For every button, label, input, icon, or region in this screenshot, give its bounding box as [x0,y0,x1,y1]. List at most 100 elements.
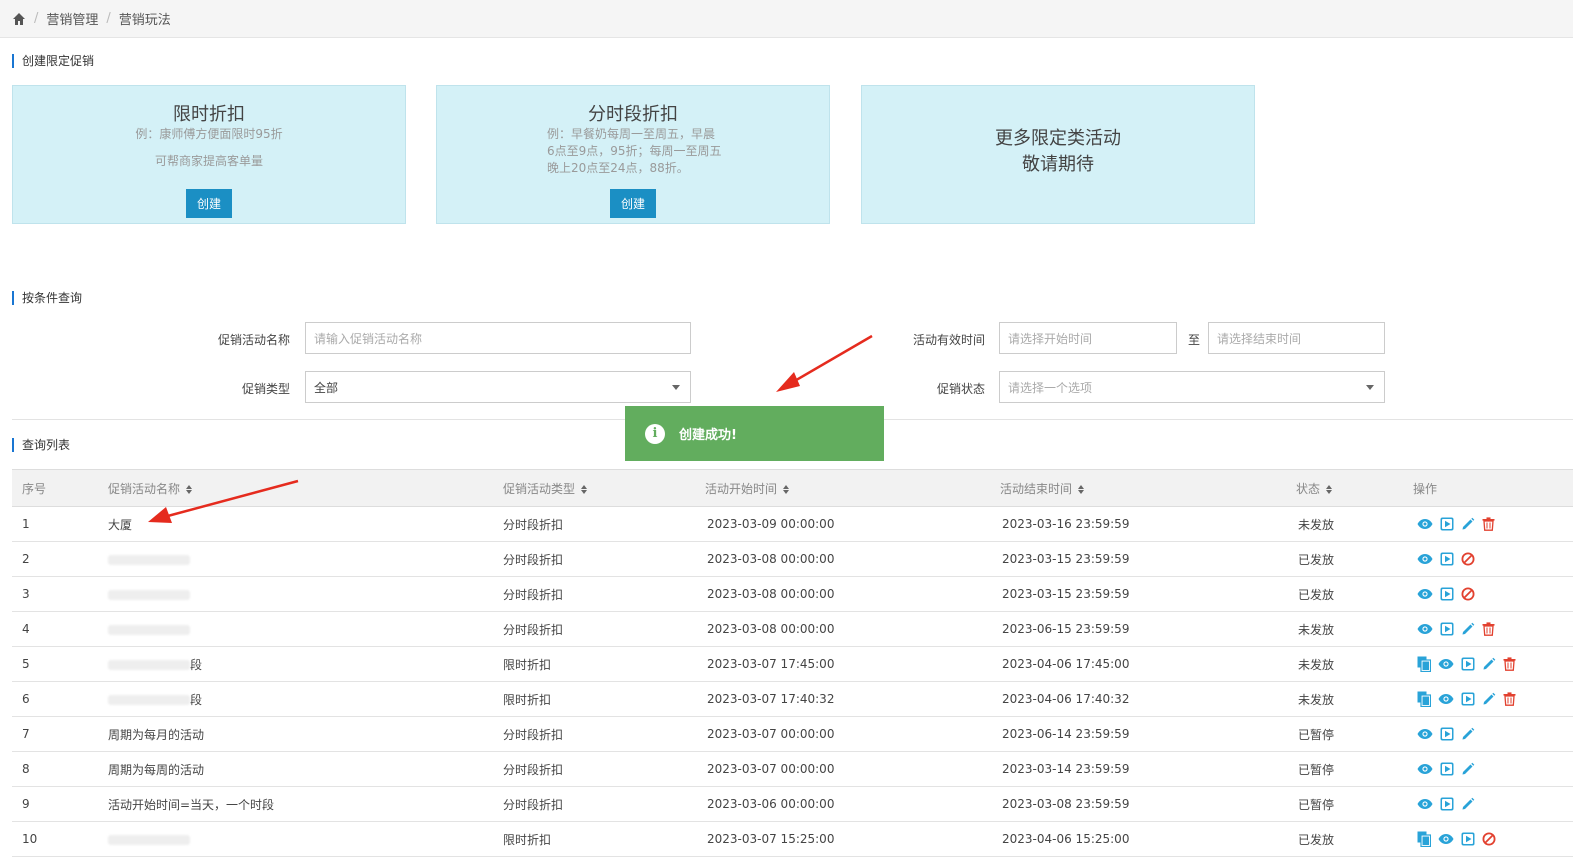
row-start: 2023-03-07 00:00:00 [705,751,1000,787]
eye-icon[interactable] [1417,623,1433,635]
eye-icon[interactable] [1417,798,1433,810]
promo-status-placeholder: 请选择一个选项 [1008,380,1093,395]
row-name [108,576,503,612]
eye-icon[interactable] [1417,553,1433,565]
ban-icon[interactable] [1461,552,1475,566]
row-status: 已暂停 [1296,786,1413,822]
pencil-icon[interactable] [1482,692,1496,706]
play-icon[interactable] [1440,517,1454,531]
row-type: 分时段折扣 [503,541,705,577]
eye-icon[interactable] [1417,518,1433,530]
promo-type-select[interactable]: 全部 [305,371,691,403]
row-no: 4 [12,611,108,647]
play-icon[interactable] [1440,762,1454,776]
card-limited-time-discount: 限时折扣 例：康师傅方便面限时95折 可帮商家提高客单量 创建 [12,85,406,224]
ban-icon[interactable] [1461,587,1475,601]
header-name[interactable]: 促销活动名称 [108,469,503,507]
trash-icon[interactable] [1482,622,1495,636]
header-end[interactable]: 活动结束时间 [1000,469,1296,507]
ban-icon[interactable] [1482,832,1496,846]
row-no: 1 [12,506,108,542]
sort-icon[interactable] [186,484,193,494]
sort-icon[interactable] [1326,484,1333,494]
play-icon[interactable] [1461,832,1475,846]
create-period-discount-button[interactable]: 创建 [610,189,656,218]
row-start: 2023-03-08 00:00:00 [705,576,1000,612]
create-limited-discount-button[interactable]: 创建 [186,189,232,218]
redacted-text [108,589,190,600]
eye-icon[interactable] [1417,728,1433,740]
row-status: 未发放 [1296,681,1413,717]
row-start: 2023-03-07 00:00:00 [705,716,1000,752]
row-name: 段 [108,646,503,682]
pencil-icon[interactable] [1461,797,1475,811]
copy-icon[interactable] [1417,831,1431,847]
table-row: 5 段 限时折扣 2023-03-07 17:45:00 2023-04-06 … [12,646,1573,682]
row-name-text: 段 [190,657,203,672]
play-icon[interactable] [1440,552,1454,566]
header-start[interactable]: 活动开始时间 [705,469,1000,507]
row-end: 2023-03-08 23:59:59 [1000,786,1296,822]
play-icon[interactable] [1440,797,1454,811]
row-type: 限时折扣 [503,681,705,717]
table-row: 2 分时段折扣 2023-03-08 00:00:00 2023-03-15 2… [12,541,1573,577]
to-label: 至 [1187,333,1200,347]
trash-icon[interactable] [1503,692,1516,706]
row-no: 3 [12,576,108,612]
row-end: 2023-04-06 17:40:32 [1000,681,1296,717]
start-time-input[interactable]: 请选择开始时间 [999,322,1177,354]
play-icon[interactable] [1461,657,1475,671]
sort-icon[interactable] [581,484,588,494]
row-end: 2023-06-14 23:59:59 [1000,716,1296,752]
play-icon[interactable] [1440,587,1454,601]
trash-icon[interactable] [1503,657,1516,671]
row-status: 已发放 [1296,576,1413,612]
pencil-icon[interactable] [1461,727,1475,741]
eye-icon[interactable] [1438,658,1454,670]
table-row: 10 限时折扣 2023-03-07 15:25:00 2023-04-06 1… [12,821,1573,857]
pencil-icon[interactable] [1461,762,1475,776]
header-type[interactable]: 促销活动类型 [503,469,705,507]
row-ops [1413,786,1573,822]
play-icon[interactable] [1461,692,1475,706]
eye-icon[interactable] [1417,763,1433,775]
copy-icon[interactable] [1417,656,1431,672]
sort-icon[interactable] [783,484,790,494]
eye-icon[interactable] [1438,693,1454,705]
row-no: 2 [12,541,108,577]
row-name-text: 大厦 [108,517,133,532]
card-extra: 可帮商家提高客单量 [154,154,263,168]
card-desc: 例：康师傅方便面限时95折 [135,127,283,141]
header-status[interactable]: 状态 [1296,469,1413,507]
time-label: 活动有效时间 [912,333,985,347]
row-end: 2023-04-06 15:25:00 [1000,821,1296,857]
eye-icon[interactable] [1438,833,1454,845]
row-end: 2023-03-15 23:59:59 [1000,541,1296,577]
row-no: 6 [12,681,108,717]
promo-status-select[interactable]: 请选择一个选项 [999,371,1385,403]
trash-icon[interactable] [1482,517,1495,531]
card-more-line: 敬请期待 [1022,154,1094,175]
pencil-icon[interactable] [1461,517,1475,531]
row-no: 5 [12,646,108,682]
breadcrumb-item-marketing[interactable]: 营销管理 [46,9,98,28]
play-icon[interactable] [1440,727,1454,741]
breadcrumb-separator: / [106,11,111,26]
row-start: 2023-03-08 00:00:00 [705,611,1000,647]
row-status: 未发放 [1296,611,1413,647]
promo-name-input[interactable]: 请输入促销活动名称 [305,322,691,354]
pencil-icon[interactable] [1461,622,1475,636]
row-name [108,821,503,857]
row-ops [1413,751,1573,787]
pencil-icon[interactable] [1482,657,1496,671]
row-type: 分时段折扣 [503,716,705,752]
row-end: 2023-06-15 23:59:59 [1000,611,1296,647]
card-desc: 例：早餐奶每周一至周五，早晨 6点至9点，95折；每周一至周五 晚上20点至24… [437,126,829,177]
sort-icon[interactable] [1078,484,1085,494]
play-icon[interactable] [1440,622,1454,636]
breadcrumb-item-play[interactable]: 营销玩法 [119,9,171,28]
end-time-input[interactable]: 请选择结束时间 [1208,322,1385,354]
home-icon[interactable] [12,12,26,26]
eye-icon[interactable] [1417,588,1433,600]
copy-icon[interactable] [1417,691,1431,707]
